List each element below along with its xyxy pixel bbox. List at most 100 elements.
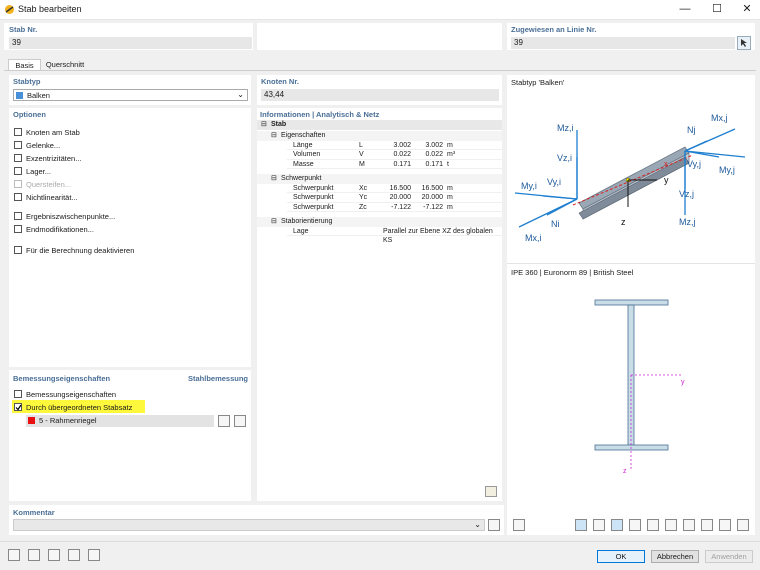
stabtyp-select[interactable]: Balken ⌄: [13, 89, 248, 101]
window-title: Stab bearbeiten: [18, 4, 82, 14]
bemessung-header: Bemessungseigenschaften: [13, 374, 111, 383]
knoten-field[interactable]: 43,44: [261, 89, 499, 101]
close-view-icon[interactable]: [737, 519, 749, 531]
info-panel: Informationen | Analytisch & Netz ⊟ Stab ⊟…: [257, 108, 502, 501]
collapse-icon[interactable]: ⊟: [271, 131, 277, 141]
maximize-button[interactable]: ☐: [702, 0, 732, 20]
load-icon[interactable]: [68, 549, 80, 561]
print-icon[interactable]: [701, 519, 713, 531]
table-export-icon[interactable]: [485, 486, 497, 497]
collapse-icon[interactable]: ⊟: [271, 174, 277, 184]
option-label: Lager...: [26, 167, 52, 176]
stabtyp-color-swatch: [16, 92, 23, 99]
apply-button[interactable]: Anwenden: [705, 550, 753, 563]
beam-diagram: Mz,i Vz,i My,i Vy,i Ni Mx,i Mx,j Nj Vy,j…: [514, 113, 746, 243]
option-checkbox[interactable]: [14, 154, 22, 162]
view-side-icon[interactable]: [611, 519, 623, 531]
view-dim-icon[interactable]: [629, 519, 641, 531]
label-n-i: Ni: [551, 219, 560, 229]
edit-set-icon[interactable]: [234, 415, 246, 427]
knoten-header: Knoten Nr.: [261, 77, 299, 86]
bottom-flange: [594, 444, 669, 451]
kommentar-input[interactable]: ⌄: [13, 519, 485, 531]
option-checkbox[interactable]: [14, 167, 22, 175]
label-mz-j: Mz,j: [679, 217, 696, 227]
label-vz-j: Vz,j: [679, 189, 694, 199]
option-label: Gelenke...: [26, 141, 61, 150]
close-button[interactable]: ✕: [732, 0, 760, 20]
stab-nr-panel: Stab Nr. 39: [4, 23, 253, 50]
row-name: Masse: [293, 160, 314, 168]
kommentar-edit-icon[interactable]: [488, 519, 500, 531]
collapse-icon[interactable]: ⊟: [271, 217, 277, 227]
row-name: Schwerpunkt: [293, 184, 334, 192]
option-checkbox[interactable]: [14, 193, 22, 201]
view-grid-icon[interactable]: [683, 519, 695, 531]
row-symbol: Zc: [359, 203, 367, 211]
view-axis-icon[interactable]: [647, 519, 659, 531]
tab-querschnitt[interactable]: Querschnitt: [42, 59, 88, 70]
row-name: Schwerpunkt: [293, 194, 334, 201]
tab-basis[interactable]: Basis: [8, 59, 41, 70]
row-value-2: -7.122: [423, 203, 443, 211]
stahlbemessung-link[interactable]: Stahlbemessung: [188, 374, 248, 383]
bemessung-panel: Bemessungseigenschaften Stahlbemessung B…: [9, 370, 251, 501]
row-value-2: 0.022: [425, 151, 443, 158]
label-mx-j: Mx,j: [711, 113, 728, 123]
function-icon[interactable]: [88, 549, 100, 561]
section-icon[interactable]: [28, 549, 40, 561]
label-local-z: z: [621, 217, 626, 227]
tree-group-label: Schwerpunkt: [281, 175, 322, 182]
tab-divider: [4, 70, 756, 71]
stabtyp-panel: Stabtyp Balken ⌄: [9, 75, 251, 105]
option-checkbox[interactable]: [14, 141, 22, 149]
kommentar-panel: Kommentar ⌄: [9, 505, 504, 535]
option-checkbox[interactable]: [14, 212, 22, 220]
view-points-icon[interactable]: [665, 519, 677, 531]
option-checkbox[interactable]: [14, 225, 22, 233]
view-front-icon[interactable]: [575, 519, 587, 531]
stab-nr-field[interactable]: 39: [9, 37, 252, 49]
kommentar-header: Kommentar: [13, 508, 55, 517]
row-unit: m: [447, 184, 453, 192]
row-unit: m: [447, 203, 453, 211]
bemessung-checkbox[interactable]: [14, 390, 22, 398]
section-drawing: y z: [594, 299, 685, 475]
preview-settings-icon[interactable]: [513, 519, 525, 531]
row-name: Lage: [293, 227, 309, 235]
option-label: Exzentrizitäten...: [26, 154, 82, 163]
row-value-2: 3.002: [425, 141, 443, 149]
assigned-panel: Zugewiesen an Linie Nr. 39: [507, 23, 755, 50]
select-set-icon[interactable]: [218, 415, 230, 427]
row-name: Schwerpunkt: [293, 203, 334, 211]
cancel-button[interactable]: Abbrechen: [651, 550, 699, 563]
row-value-1: 3.002: [393, 141, 411, 149]
view-print-icon[interactable]: [593, 519, 605, 531]
assigned-field[interactable]: 39: [511, 37, 735, 49]
title-bar: Stab bearbeiten — ☐ ✕: [0, 0, 760, 20]
units-icon[interactable]: [8, 549, 20, 561]
stabsatz-field[interactable]: 5 - Rahmenriegel: [26, 415, 214, 427]
print-dropdown-icon[interactable]: [719, 519, 731, 531]
top-flange: [594, 299, 669, 306]
option-checkbox[interactable]: [14, 180, 22, 188]
row-symbol: V: [359, 151, 364, 158]
stabsatz-checkbox[interactable]: [14, 403, 22, 411]
row-value-2: 20.000: [421, 194, 443, 201]
option-checkbox[interactable]: [14, 246, 22, 254]
tree-root-label: Stab: [271, 121, 287, 128]
app-icon: [5, 5, 14, 14]
minimize-button[interactable]: —: [670, 0, 700, 20]
option-label: Quersteifen...: [26, 180, 72, 189]
ok-button[interactable]: OK: [597, 550, 645, 563]
preview-divider: [507, 263, 755, 264]
pick-button[interactable]: [737, 36, 751, 50]
option-label: Endmodifikationen...: [26, 225, 94, 234]
option-checkbox[interactable]: [14, 128, 22, 136]
tree-gutter: [257, 120, 267, 485]
view-icon[interactable]: [48, 549, 60, 561]
option-label: Für die Berechnung deaktivieren: [26, 246, 135, 255]
label-section-y: y: [681, 379, 685, 386]
row-unit: m: [447, 194, 453, 201]
beam-flange: [578, 146, 690, 210]
